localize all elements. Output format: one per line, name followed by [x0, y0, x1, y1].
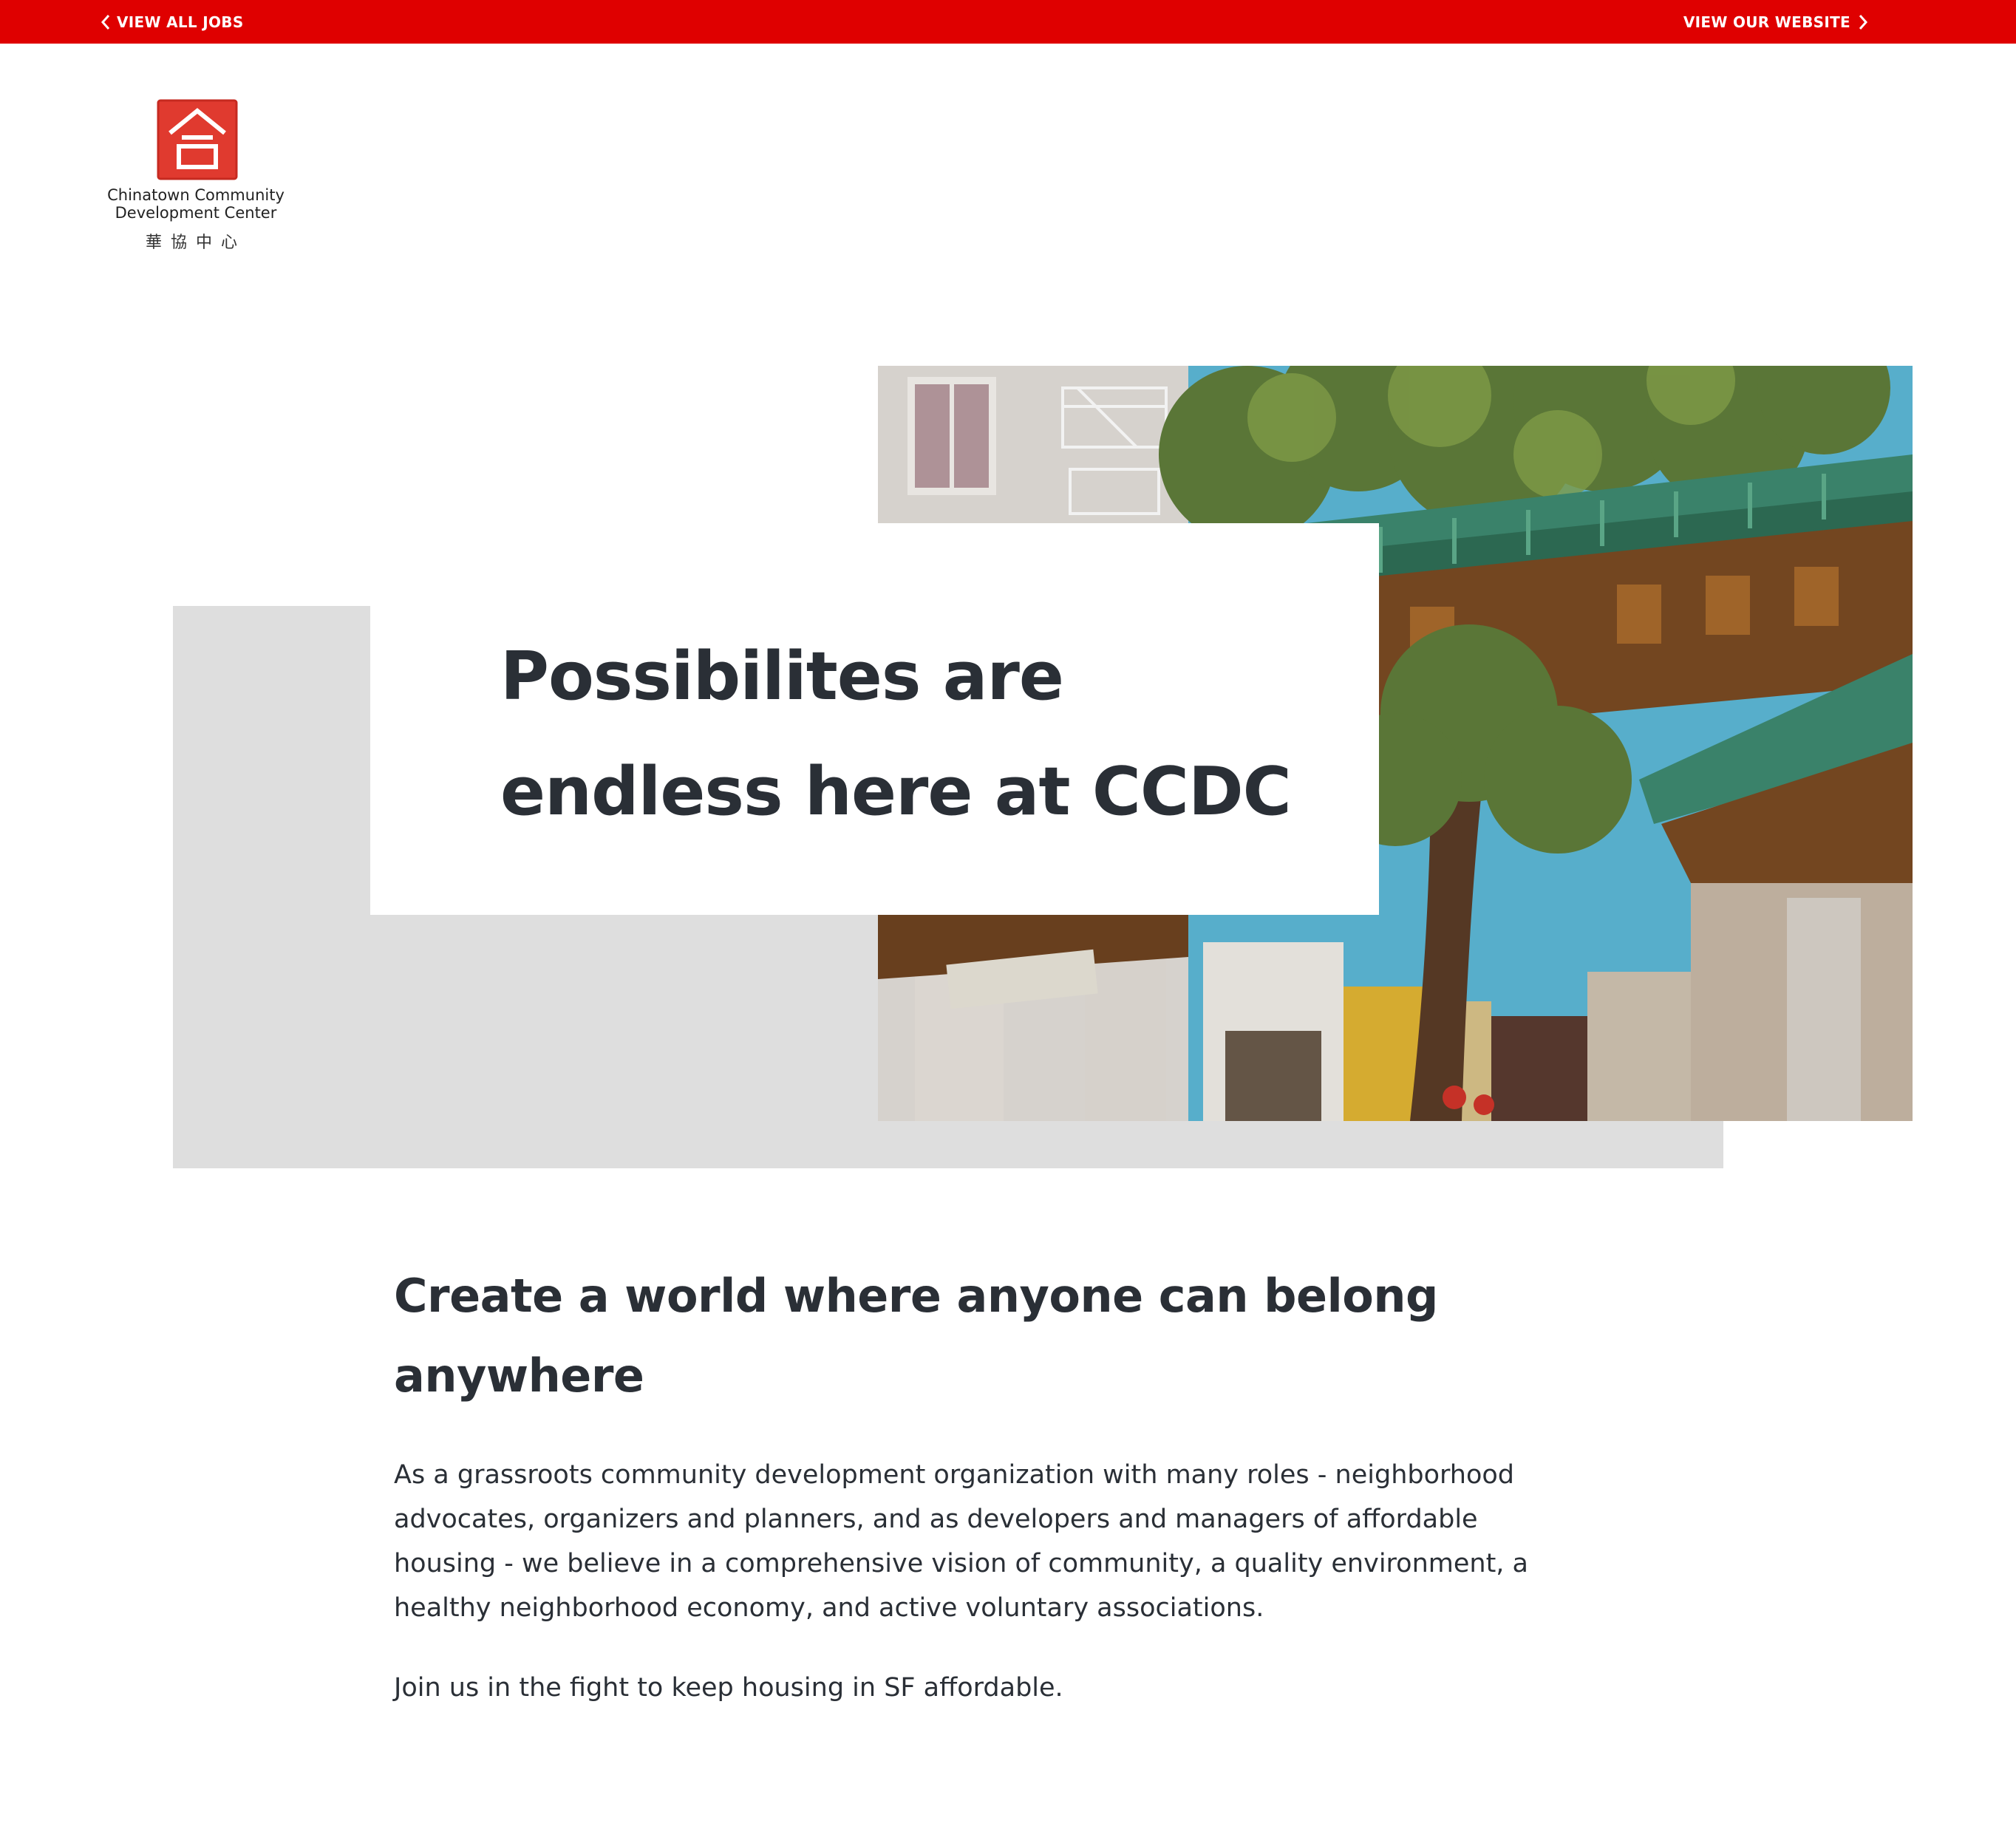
view-all-jobs-link[interactable]: VIEW ALL JOBS	[101, 0, 244, 44]
chevron-right-icon	[1859, 14, 1868, 30]
logo-name-line1: Chinatown Community	[107, 186, 285, 204]
logo-chinese-name: 華協中心	[145, 234, 246, 252]
house-seal-icon	[157, 99, 238, 180]
view-our-website-label: VIEW OUR WEBSITE	[1683, 13, 1850, 31]
hero-title-line2: endless here at CCDC	[500, 753, 1292, 831]
about-paragraph: As a grassroots community development or…	[394, 1460, 1528, 1623]
view-all-jobs-label: VIEW ALL JOBS	[117, 13, 244, 31]
top-bar: VIEW ALL JOBS VIEW OUR WEBSITE	[0, 0, 2016, 44]
ccdc-logo[interactable]: Chinatown Community Development Center 華…	[101, 96, 291, 252]
hero-card: Possibilites are endless here at CCDC	[370, 523, 1379, 915]
hero-title: Possibilites are endless here at CCDC	[500, 619, 1350, 850]
about-section: Create a world where anyone can belong a…	[394, 1256, 1591, 1710]
section-heading: Create a world where anyone can belong a…	[394, 1269, 1438, 1403]
logo-name-line2: Development Center	[115, 204, 277, 222]
view-our-website-link[interactable]: VIEW OUR WEBSITE	[1683, 0, 1868, 44]
chevron-left-icon	[101, 14, 110, 30]
logo-name: Chinatown Community Development Center	[101, 186, 291, 222]
hero-title-line1: Possibilites are	[500, 638, 1064, 715]
call-to-action-text: Join us in the fight to keep housing in …	[394, 1673, 1063, 1703]
